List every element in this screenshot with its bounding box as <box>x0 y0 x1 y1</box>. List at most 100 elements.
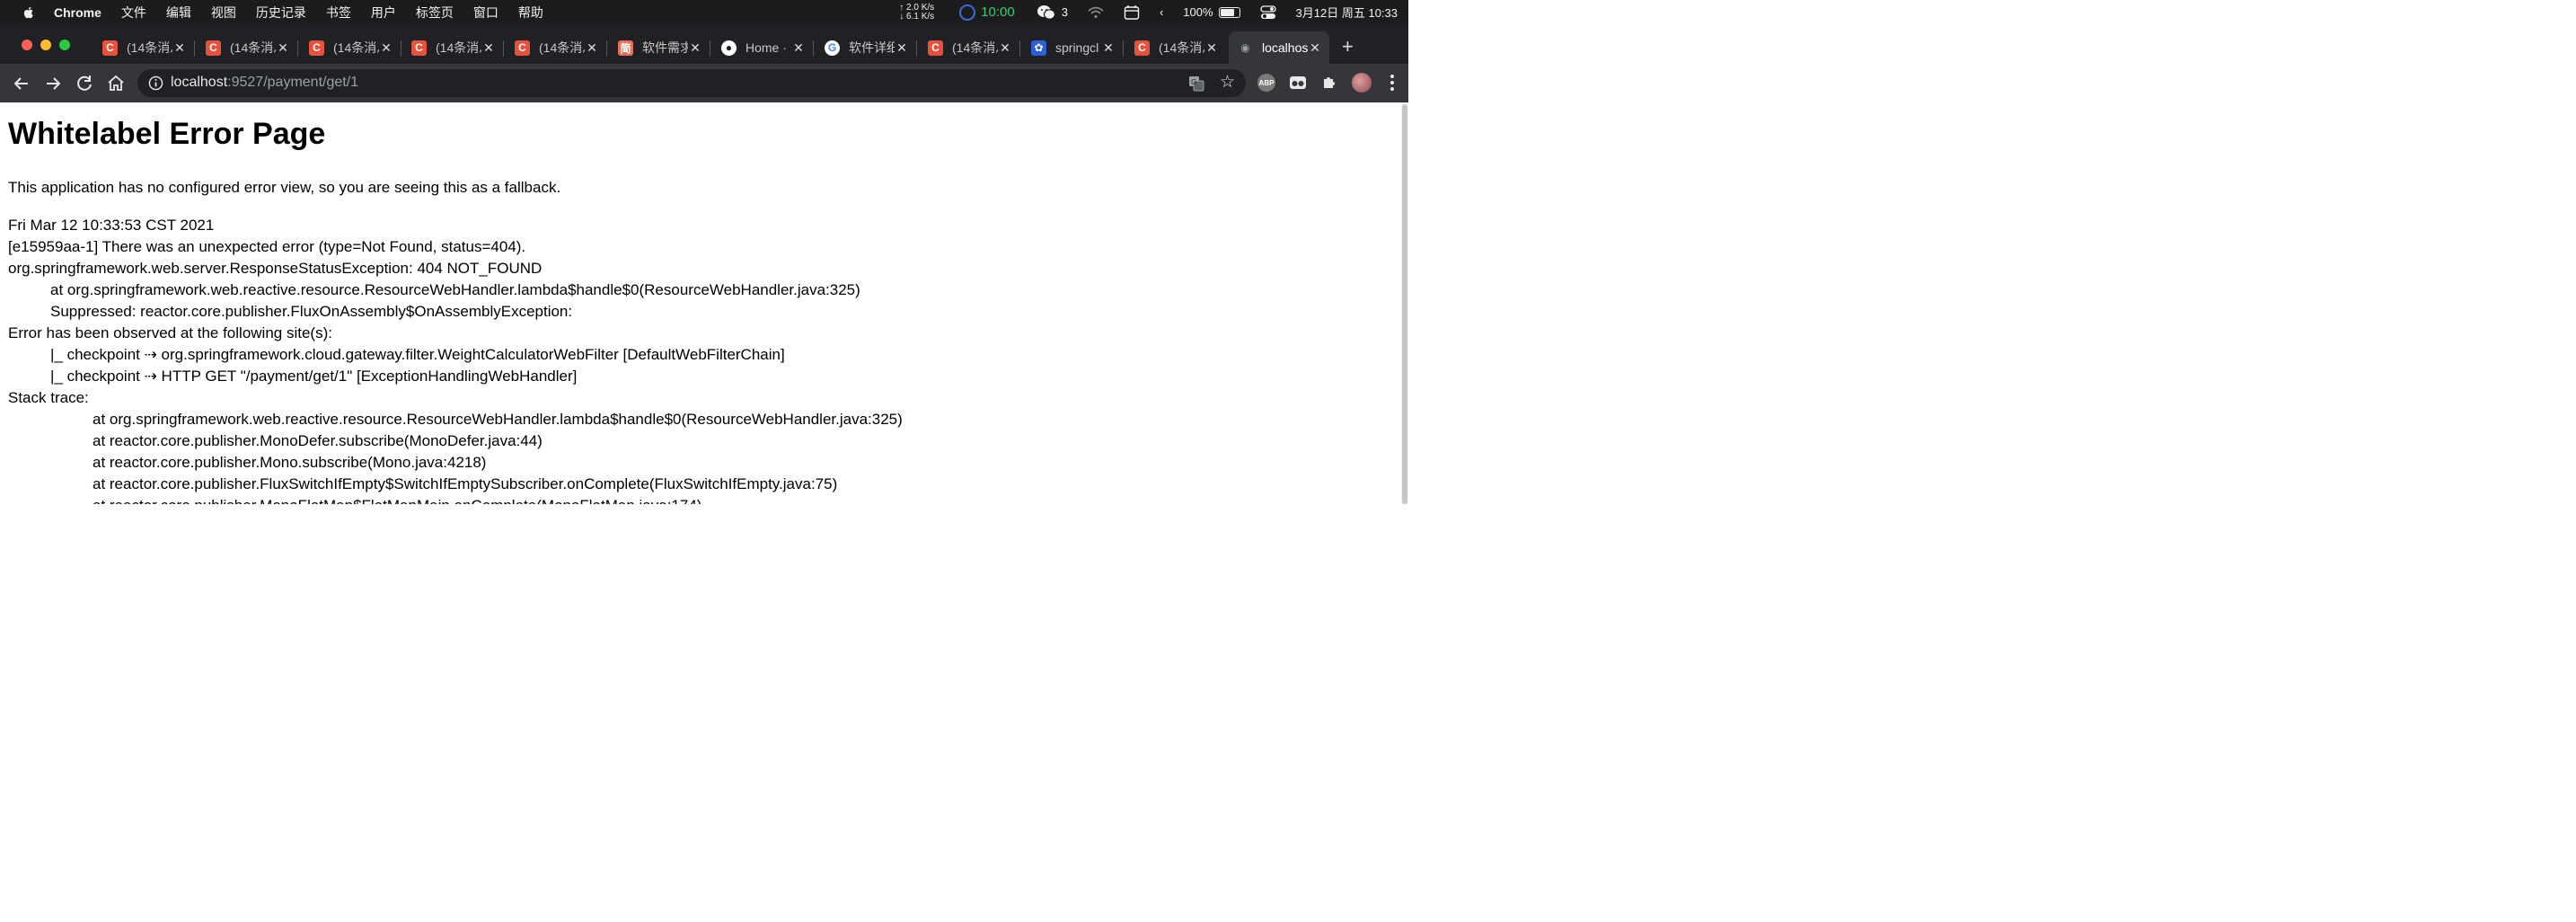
trace-line: org.springframework.web.server.ResponseS… <box>8 260 543 277</box>
csdn-icon: C <box>206 40 221 56</box>
google-icon: G <box>825 40 840 56</box>
battery-status[interactable]: 100% <box>1183 5 1240 19</box>
browser-tab[interactable]: ● Home · ✕ <box>712 31 814 64</box>
error-description: This application has no configured error… <box>8 179 561 196</box>
close-tab-icon[interactable]: ✕ <box>791 40 806 56</box>
trace-line: at reactor.core.publisher.MonoDefer.subs… <box>93 432 543 449</box>
menu-history[interactable]: 历史记录 <box>256 4 306 22</box>
browser-tab[interactable]: 简软件需求 ✕ <box>609 31 710 64</box>
github-icon: ● <box>721 40 737 56</box>
battery-icon <box>1218 6 1240 18</box>
page-content: Whitelabel Error Page This application h… <box>0 102 1401 504</box>
minimize-window-button[interactable] <box>40 40 51 50</box>
menu-edit[interactable]: 编辑 <box>166 4 191 22</box>
error-trace: Fri Mar 12 10:33:53 CST 2021 [e15959aa-1]… <box>8 215 903 504</box>
app-menu-chrome[interactable]: Chrome <box>54 5 101 20</box>
close-tab-icon[interactable]: ✕ <box>585 40 599 56</box>
tab-title: 软件需求 <box>642 40 688 55</box>
net-upload: ↑ 2.0 K/s <box>899 2 935 13</box>
browser-tab[interactable]: C (14条消息) ✕ <box>197 31 298 64</box>
menu-help[interactable]: 帮助 <box>518 4 543 22</box>
tab-title: (14条消息) <box>127 40 172 55</box>
trace-line: at reactor.core.publisher.MonoFlatMap$Fl… <box>8 495 903 504</box>
close-tab-icon[interactable]: ✕ <box>1101 40 1116 56</box>
close-tab-icon[interactable]: ✕ <box>998 40 1012 56</box>
back-button[interactable] <box>10 72 33 95</box>
tab-title: (14条消息) <box>1159 40 1204 55</box>
close-tab-icon[interactable]: ✕ <box>895 40 909 56</box>
tab-title: Home · <box>745 40 787 55</box>
menu-people[interactable]: 用户 <box>371 4 396 22</box>
close-tab-icon[interactable]: ✕ <box>379 40 393 56</box>
apple-icon[interactable] <box>22 5 36 20</box>
zoom-window-button[interactable] <box>59 40 70 50</box>
page-title: Whitelabel Error Page <box>8 117 326 151</box>
browser-tab[interactable]: ✿ springcl ✕ <box>1022 31 1124 64</box>
new-tab-button[interactable]: + <box>1342 37 1354 57</box>
bookmark-star-icon[interactable]: ☆ <box>1220 72 1235 93</box>
url-text[interactable]: localhost:9527/payment/get/1 <box>171 75 358 91</box>
clock[interactable]: 3月12日 周五 10:33 <box>1296 4 1398 21</box>
close-tab-icon[interactable]: ✕ <box>688 40 702 56</box>
jianshu-icon: 简 <box>618 40 633 56</box>
browser-tab[interactable]: C (14条消息) ✕ <box>919 31 1020 64</box>
browser-tab[interactable]: C (14条消息) ✕ <box>506 31 607 64</box>
browser-tab[interactable]: C (14条消息) ✕ <box>402 31 504 64</box>
browser-tab[interactable]: C (14条消息) ✕ <box>93 31 195 64</box>
wechat-count: 3 <box>1061 5 1068 19</box>
browser-tab[interactable]: C (14条消息) ✕ <box>300 31 401 64</box>
status-area: ↑ 2.0 K/s ↓ 6.1 K/s 10:00 3 ‹ 100% 3月12日… <box>899 0 1408 24</box>
control-center-icon[interactable] <box>1259 4 1276 20</box>
csdn-icon: C <box>411 40 427 56</box>
url-host: localhost <box>171 75 228 90</box>
battery-percent: 100% <box>1183 5 1213 19</box>
chevron-left-icon[interactable]: ‹ <box>1160 5 1163 19</box>
wechat-status[interactable]: 3 <box>1037 4 1068 21</box>
chrome-menu-icon[interactable] <box>1389 73 1396 93</box>
tab-title: (14条消息) <box>436 40 481 55</box>
csdn-icon: C <box>309 40 324 56</box>
site-info-icon[interactable] <box>148 75 163 91</box>
browser-tab[interactable]: ◉ localhost ✕ <box>1229 31 1329 64</box>
browser-toolbar: localhost:9527/payment/get/1 G ☆ ABP <box>0 64 1408 102</box>
close-tab-icon[interactable]: ✕ <box>481 40 496 56</box>
close-window-button[interactable] <box>22 40 32 50</box>
menu-tab[interactable]: 标签页 <box>416 4 454 22</box>
tab-title: 软件详细 <box>849 40 895 55</box>
home-button[interactable] <box>104 72 128 95</box>
menu-view[interactable]: 视图 <box>211 4 236 22</box>
close-tab-icon[interactable]: ✕ <box>1204 40 1219 56</box>
menu-bookmarks[interactable]: 书签 <box>326 4 351 22</box>
profile-avatar[interactable] <box>1352 73 1372 93</box>
trace-line: Fri Mar 12 10:33:53 CST 2021 <box>8 217 215 234</box>
extension-glasses-icon[interactable] <box>1289 74 1307 92</box>
timer-value: 10:00 <box>981 4 1015 20</box>
extensions-puzzle-icon[interactable] <box>1320 74 1338 92</box>
adblock-plus-icon[interactable]: ABP <box>1257 74 1275 92</box>
close-tab-icon[interactable]: ✕ <box>276 40 290 56</box>
vertical-scrollbar[interactable] <box>1401 102 1408 504</box>
tab-separator <box>1019 40 1020 57</box>
reload-button[interactable] <box>73 72 96 95</box>
network-speed[interactable]: ↑ 2.0 K/s ↓ 6.1 K/s <box>899 2 935 22</box>
wechat-icon <box>1037 4 1055 20</box>
forward-button[interactable] <box>41 72 65 95</box>
scrollbar-thumb[interactable] <box>1402 104 1407 504</box>
trace-line: at org.springframework.web.reactive.reso… <box>93 411 903 428</box>
menu-window[interactable]: 窗口 <box>473 4 498 22</box>
browser-tab[interactable]: C (14条消息) ✕ <box>1125 31 1226 64</box>
wifi-status[interactable] <box>1088 6 1104 19</box>
close-tab-icon[interactable]: ✕ <box>1308 40 1322 56</box>
menu-file[interactable]: 文件 <box>121 4 146 22</box>
trace-line: |_ checkpoint ⇢ HTTP GET "/payment/get/1… <box>50 368 578 385</box>
url-path: :9527/payment/get/1 <box>227 75 359 90</box>
browser-tab[interactable]: G 软件详细 ✕ <box>816 31 917 64</box>
calendar-status[interactable] <box>1124 4 1140 21</box>
close-tab-icon[interactable]: ✕ <box>172 40 187 56</box>
csdn-icon: C <box>928 40 943 56</box>
tab-title: (14条消息) <box>539 40 585 55</box>
address-bar[interactable]: localhost:9527/payment/get/1 G ☆ <box>137 69 1246 97</box>
focus-timer[interactable]: 10:00 <box>959 4 1015 21</box>
translate-icon[interactable]: G <box>1188 75 1204 92</box>
tab-title: (14条消息) <box>230 40 276 55</box>
